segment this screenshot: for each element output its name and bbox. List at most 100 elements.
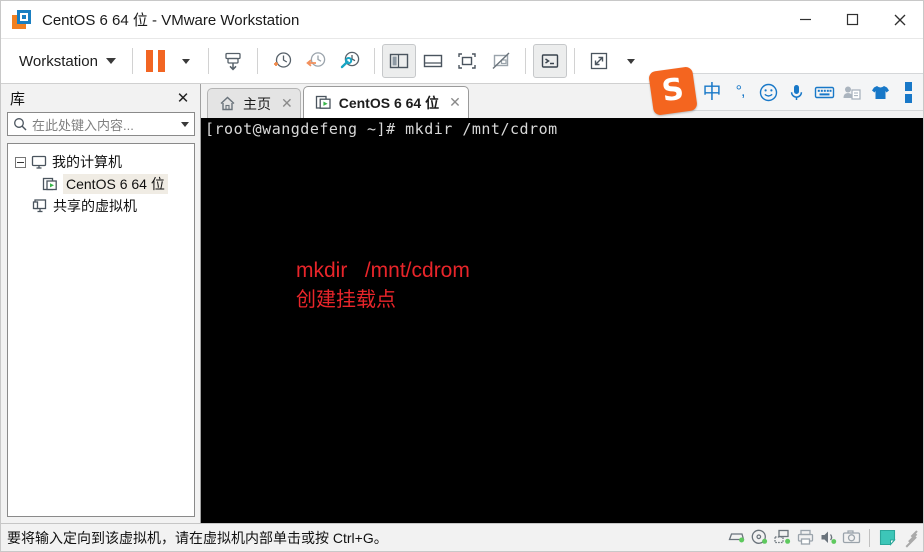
annotation-line-1: mkdir /mnt/cdrom xyxy=(296,259,470,282)
autofit-off-button[interactable] xyxy=(484,44,518,78)
ime-language-mode-button[interactable]: 中 xyxy=(699,77,725,107)
suspend-dropdown-button[interactable] xyxy=(171,44,201,78)
toolbar-separator xyxy=(131,48,133,74)
toolbar-separator xyxy=(207,48,209,74)
library-title: 库 xyxy=(10,90,26,108)
home-icon xyxy=(220,96,235,111)
tree-item-label: CentOS 6 64 位 xyxy=(63,174,168,194)
revert-snapshot-button[interactable] xyxy=(299,44,333,78)
window-controls xyxy=(782,1,923,39)
suspend-icon xyxy=(225,52,241,71)
suspend-vm-button[interactable] xyxy=(216,44,250,78)
tree-item-label: 共享的虚拟机 xyxy=(53,198,137,214)
my-computer-icon xyxy=(31,155,47,169)
window-title: CentOS 6 64 位 - VMware Workstation xyxy=(42,12,300,29)
toolbar-separator xyxy=(373,48,375,74)
title-bar-left: CentOS 6 64 位 - VMware Workstation xyxy=(1,9,782,30)
chevron-down-icon xyxy=(626,58,635,64)
skin-icon[interactable] xyxy=(867,77,893,107)
thumbnail-bar-icon xyxy=(423,54,443,68)
take-snapshot-button[interactable] xyxy=(265,44,299,78)
network-adapter-icon[interactable] xyxy=(773,528,792,547)
menu-dots-icon[interactable] xyxy=(895,77,921,107)
vm-running-icon xyxy=(315,95,331,109)
title-bar: CentOS 6 64 位 - VMware Workstation xyxy=(1,1,923,39)
chevron-down-icon[interactable] xyxy=(181,121,189,127)
console-icon xyxy=(541,54,559,68)
annotation-line-2: 创建挂载点 xyxy=(296,288,396,311)
toolbar-separator xyxy=(524,48,526,74)
snapshot-revert-icon xyxy=(306,52,326,67)
tree-item-label: 我的计算机 xyxy=(52,154,122,170)
sogou-logo-icon[interactable]: S xyxy=(648,66,698,116)
workstation-menu-label: Workstation xyxy=(19,52,98,70)
vm-console-screen[interactable]: [root@wangdefeng ~]# mkdir /mnt/cdrom mk… xyxy=(201,118,923,523)
show-thumbnails-button[interactable] xyxy=(416,44,450,78)
close-button[interactable] xyxy=(876,1,923,39)
snapshot-add-icon xyxy=(273,52,292,68)
soft-keyboard-icon[interactable] xyxy=(811,77,837,107)
show-library-button[interactable] xyxy=(381,44,416,78)
shared-vms-icon xyxy=(32,199,47,213)
pause-icon xyxy=(145,50,153,72)
search-icon xyxy=(14,118,27,131)
vmware-logo-icon xyxy=(12,9,32,30)
tab-close-button[interactable]: ✕ xyxy=(281,95,293,112)
printer-icon[interactable] xyxy=(796,528,815,547)
workstation-menu-button[interactable]: Workstation xyxy=(7,49,125,74)
suspend-pause-button[interactable] xyxy=(140,50,171,72)
terminal-prompt-line: [root@wangdefeng ~]# mkdir /mnt/cdrom xyxy=(205,120,558,138)
tab-centos-vm[interactable]: CentOS 6 64 位 ✕ xyxy=(302,86,469,118)
vm-view-area: 主页 ✕ CentOS 6 64 位 ✕ [root@wangdefeng ~]… xyxy=(201,84,923,523)
tab-close-button[interactable]: ✕ xyxy=(449,94,461,111)
notes-icon[interactable] xyxy=(878,528,897,547)
console-view-button[interactable] xyxy=(532,44,567,78)
library-header: 库 ✕ xyxy=(6,84,196,112)
collapse-expander-icon[interactable] xyxy=(15,156,26,168)
fullscreen-icon xyxy=(590,52,608,70)
chevron-down-icon xyxy=(181,58,190,64)
device-status-icons xyxy=(727,528,923,547)
cd-dvd-icon[interactable] xyxy=(750,528,769,547)
status-message: 要将输入定向到该虚拟机，请在虚拟机内部单击或按 Ctrl+G。 xyxy=(7,529,388,546)
vm-running-icon xyxy=(42,177,57,191)
annotation-overlay: mkdir /mnt/cdrom 创建挂载点 xyxy=(296,256,470,314)
maximize-button[interactable] xyxy=(829,1,876,39)
toolbar-separator xyxy=(256,48,258,74)
emoji-icon[interactable] xyxy=(755,77,781,107)
pause-icon xyxy=(157,50,165,72)
fullscreen-dropdown-button[interactable] xyxy=(616,44,646,78)
minimize-button[interactable] xyxy=(782,1,829,39)
vmware-workstation-window: CentOS 6 64 位 - VMware Workstation Works… xyxy=(0,0,924,552)
library-close-button[interactable]: ✕ xyxy=(174,89,192,107)
chevron-down-icon xyxy=(105,58,116,64)
sound-card-icon[interactable] xyxy=(819,528,838,547)
fit-guest-icon xyxy=(458,53,476,69)
sogou-ime-toolbar: S 中 °, xyxy=(648,66,923,116)
toolbar-separator xyxy=(573,48,575,74)
library-panel-icon xyxy=(389,53,409,69)
library-sidebar: 库 ✕ 在此处键入内容... 我的计算机 CentOS 6 64 位 共享的虚拟… xyxy=(1,84,201,523)
tab-home[interactable]: 主页 ✕ xyxy=(207,88,301,118)
snapshot-manager-button[interactable] xyxy=(333,44,367,78)
ime-punctuation-button[interactable]: °, xyxy=(727,77,753,107)
hard-disk-icon[interactable] xyxy=(727,528,746,547)
microphone-icon[interactable] xyxy=(783,77,809,107)
search-input[interactable]: 在此处键入内容... xyxy=(7,112,195,136)
ime-buttons: 中 °, xyxy=(699,77,921,107)
autofit-off-icon xyxy=(492,52,510,70)
tree-item-shared-vms[interactable]: 共享的虚拟机 xyxy=(12,195,190,217)
tree-item-my-computer[interactable]: 我的计算机 xyxy=(12,151,190,173)
tab-label: CentOS 6 64 位 xyxy=(338,94,440,111)
resize-grip[interactable] xyxy=(903,529,919,547)
tab-label: 主页 xyxy=(243,95,271,112)
vm-library-tree[interactable]: 我的计算机 CentOS 6 64 位 共享的虚拟机 xyxy=(7,143,195,517)
enter-fullscreen-button[interactable] xyxy=(582,44,616,78)
search-placeholder: 在此处键入内容... xyxy=(32,117,134,133)
camera-icon[interactable] xyxy=(842,528,861,547)
main-content: 库 ✕ 在此处键入内容... 我的计算机 CentOS 6 64 位 共享的虚拟… xyxy=(1,84,923,523)
tree-item-centos-vm[interactable]: CentOS 6 64 位 xyxy=(12,173,190,195)
fit-guest-button[interactable] xyxy=(450,44,484,78)
status-separator xyxy=(869,528,870,547)
clipboard-icon[interactable] xyxy=(839,77,865,107)
